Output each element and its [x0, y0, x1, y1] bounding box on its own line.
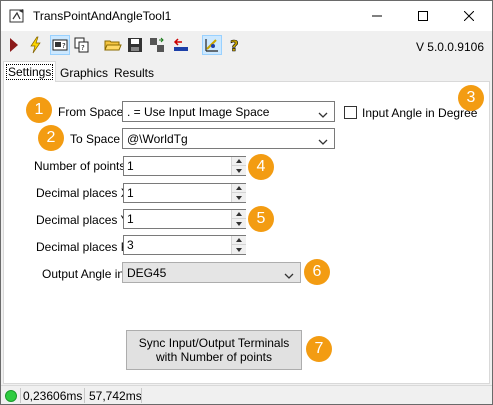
input-angle-checkbox[interactable]: [344, 106, 357, 119]
callout-badge-4: 4: [248, 154, 274, 180]
from-space-value: . = Use Input Image Space: [127, 105, 270, 119]
callout-badge-5: 5: [248, 206, 274, 232]
window-title: TransPointAndAngleTool1: [33, 9, 172, 23]
status-separator: [141, 388, 142, 403]
spin-down-icon[interactable]: [232, 245, 246, 254]
chevron-down-icon: [284, 269, 294, 283]
help-icon[interactable]: ?: [225, 35, 245, 55]
transfer-icon[interactable]: [147, 35, 167, 55]
window: TransPointAndAngleTool1 ? ? ? V 5.0.0.91…: [0, 0, 493, 405]
toolbar: ? ? ? V 5.0.0.9106: [1, 31, 492, 61]
decimal-r-value: 3: [127, 238, 134, 252]
version-label: V 5.0.0.9106: [415, 40, 484, 54]
to-space-label: To Space: [70, 132, 121, 146]
output-angle-label: Output Angle in: [42, 267, 125, 281]
close-button[interactable]: [446, 1, 492, 31]
to-space-combo[interactable]: @\WorldTg: [122, 128, 335, 149]
minimize-icon: [372, 15, 382, 17]
spin-buttons: [231, 157, 246, 175]
number-of-points-value: 1: [127, 159, 134, 173]
tab-results[interactable]: Results: [109, 64, 159, 81]
decimal-r-label: Decimal places R: [36, 240, 130, 254]
number-of-points-label: Number of points: [34, 159, 126, 173]
calibration-icon[interactable]: [202, 35, 222, 55]
open-folder-icon[interactable]: [103, 35, 123, 55]
decimal-x-value: 1: [127, 186, 134, 200]
minimize-button[interactable]: [354, 1, 400, 31]
spin-buttons: [231, 210, 246, 228]
number-of-points-stepper[interactable]: 1: [123, 156, 246, 176]
save-icon[interactable]: [125, 35, 145, 55]
spin-down-icon[interactable]: [232, 166, 246, 175]
tab-settings[interactable]: Settings: [3, 61, 57, 82]
close-icon: [464, 11, 474, 21]
to-space-value: @\WorldTg: [127, 132, 188, 146]
spin-buttons: [231, 236, 246, 254]
lightning-icon[interactable]: [25, 35, 45, 55]
svg-text:?: ?: [81, 44, 85, 52]
callout-badge-7: 7: [306, 336, 332, 362]
decimal-x-label: Decimal places X: [36, 186, 129, 200]
svg-text:?: ?: [62, 42, 66, 50]
sync-terminals-button[interactable]: Sync Input/Output Terminals with Number …: [126, 330, 302, 370]
status-time-1: 0,23606ms: [23, 389, 83, 403]
status-separator: [20, 388, 21, 403]
chevron-down-icon: [318, 108, 328, 122]
run-icon[interactable]: [4, 35, 24, 55]
decimal-r-stepper[interactable]: 3: [123, 235, 246, 255]
from-space-combo[interactable]: . = Use Input Image Space: [122, 101, 335, 122]
spin-up-icon[interactable]: [232, 210, 246, 219]
maximize-button[interactable]: [400, 1, 446, 31]
copy-icon[interactable]: ?: [72, 35, 92, 55]
app-icon: [9, 8, 25, 24]
spin-up-icon[interactable]: [232, 157, 246, 166]
decimal-x-stepper[interactable]: 1: [123, 183, 246, 203]
callout-badge-2: 2: [38, 125, 64, 151]
spin-buttons: [231, 184, 246, 202]
callout-badge-6: 6: [304, 259, 330, 285]
callout-badge-1: 1: [26, 97, 52, 123]
tab-graphics[interactable]: Graphics: [55, 64, 113, 81]
image-settings-icon[interactable]: ?: [50, 35, 70, 55]
status-time-2: 57,742ms: [89, 389, 142, 403]
spin-down-icon[interactable]: [232, 193, 246, 202]
chevron-down-icon: [318, 135, 328, 149]
output-angle-value: DEG45: [127, 266, 167, 280]
input-angle-label: Input Angle in Degree: [362, 106, 478, 120]
spin-down-icon[interactable]: [232, 219, 246, 228]
settings-panel: From Space . = Use Input Image Space Inp…: [3, 81, 490, 384]
svg-text:?: ?: [230, 37, 239, 53]
status-separator: [84, 388, 85, 403]
import-icon[interactable]: [171, 35, 191, 55]
status-indicator-icon: [5, 390, 17, 402]
decimal-y-label: Decimal places Y: [36, 213, 129, 227]
decimal-y-stepper[interactable]: 1: [123, 209, 246, 229]
output-angle-combo[interactable]: DEG45: [122, 262, 301, 283]
sync-button-line2: with Number of points: [155, 350, 273, 364]
spin-up-icon[interactable]: [232, 184, 246, 193]
status-bar: 0,23606ms 57,742ms: [1, 385, 492, 404]
title-bar: TransPointAndAngleTool1: [1, 1, 492, 31]
from-space-label: From Space: [58, 105, 124, 119]
maximize-icon: [418, 11, 428, 21]
tab-strip: Settings Graphics Results: [1, 61, 492, 82]
sync-button-line1: Sync Input/Output Terminals: [138, 336, 290, 350]
decimal-y-value: 1: [127, 212, 134, 226]
spin-up-icon[interactable]: [232, 236, 246, 245]
callout-badge-3: 3: [458, 85, 484, 111]
